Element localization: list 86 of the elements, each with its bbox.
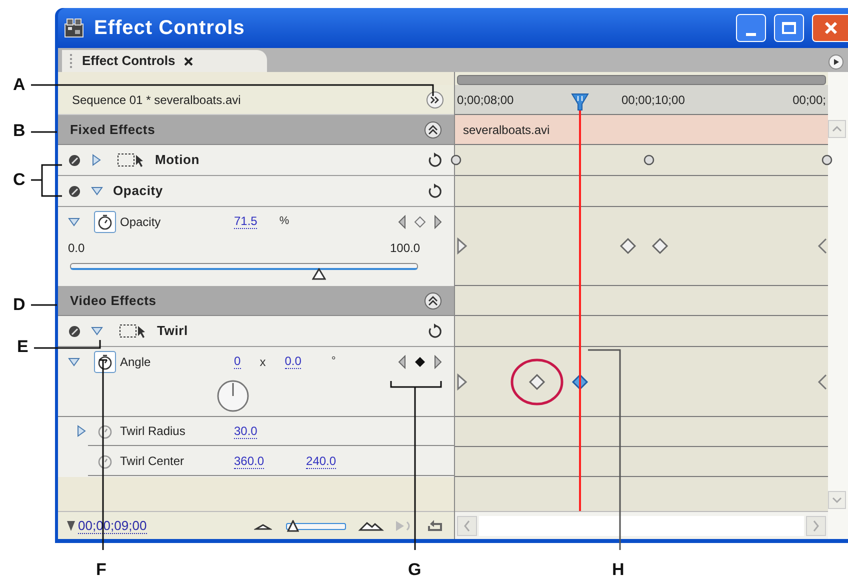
parameter-name: Twirl Center: [119, 453, 186, 470]
section-header[interactable]: Video Effects: [58, 286, 454, 316]
playhead-handle[interactable]: [570, 92, 590, 112]
keyframe-dot-icon[interactable]: [450, 154, 462, 166]
keyframe-toggle-icon[interactable]: [414, 216, 426, 228]
keyframe-icon[interactable]: [651, 237, 669, 255]
highlight-circle: [510, 358, 564, 406]
window-title: Effect Controls: [94, 16, 245, 41]
value-field[interactable]: 71.5: [234, 214, 258, 229]
leader-line: [31, 131, 57, 133]
keyframe-icon[interactable]: [528, 372, 546, 390]
value-field[interactable]: 240.0: [306, 454, 336, 468]
unit-label: %: [279, 214, 290, 230]
close-icon: [824, 21, 838, 35]
zoom-in-icon[interactable]: [358, 520, 384, 532]
section-title: Video Effects: [70, 292, 158, 310]
stopwatch-toggle-icon[interactable]: [94, 210, 116, 232]
ruler-timecode: 00;00;: [792, 92, 826, 108]
reset-icon[interactable]: [426, 152, 442, 168]
reset-icon[interactable]: [426, 183, 442, 199]
next-keyframe-icon[interactable]: [434, 214, 442, 228]
parameter-name: Twirl Radius: [119, 423, 186, 440]
leader-line: [31, 304, 57, 306]
keyframe-dot-icon[interactable]: [821, 154, 833, 166]
minimize-button[interactable]: [736, 14, 766, 42]
callout-letter: E: [17, 338, 28, 356]
unit-label: °: [331, 354, 336, 370]
close-icon[interactable]: [183, 56, 194, 66]
show-timeline-icon[interactable]: [426, 90, 444, 108]
expand-triangle-icon[interactable]: [91, 326, 103, 336]
effect-name: Twirl: [157, 322, 189, 340]
callout-letter: D: [13, 296, 26, 314]
collapse-triangle-icon[interactable]: [91, 154, 101, 166]
keyframe-dot-icon[interactable]: [643, 154, 655, 166]
callout-letter: G: [408, 561, 422, 579]
ruler-timecode: 00;00;10;00: [621, 92, 685, 108]
expand-triangle-icon[interactable]: [68, 356, 80, 366]
callout-letter: B: [13, 122, 26, 140]
ruler-timecode: 0;00;08;00: [457, 92, 514, 108]
film-icon: [64, 18, 86, 38]
parameter-name: Opacity: [119, 214, 162, 230]
parameter-name: Angle: [119, 354, 152, 370]
loop-icon[interactable]: [426, 518, 444, 534]
value-field[interactable]: 0.0: [284, 354, 302, 369]
slider-thumb[interactable]: [312, 268, 326, 280]
close-button[interactable]: [812, 14, 848, 42]
expand-triangle-icon[interactable]: [68, 216, 80, 226]
callout-letter: F: [96, 561, 106, 579]
slider-min-label: 0.0: [68, 240, 85, 257]
effect-name: Motion: [155, 151, 201, 170]
slider-max-label: 100.0: [390, 240, 420, 257]
value-field[interactable]: 0: [234, 354, 241, 369]
leader-line: [30, 164, 63, 197]
next-keyframe-icon[interactable]: [434, 354, 442, 368]
panel-menu-icon[interactable]: [828, 54, 844, 70]
callout-letter: A: [13, 76, 26, 94]
panel-tab[interactable]: Effect Controls: [62, 50, 267, 72]
source-clip-label: Sequence 01 * severalboats.avi: [72, 92, 242, 108]
effect-toggle-icon[interactable]: [68, 154, 81, 166]
stopwatch-toggle-icon[interactable]: [94, 350, 116, 372]
opacity-slider[interactable]: [70, 261, 418, 281]
keyframe-icon[interactable]: [619, 237, 637, 255]
previous-keyframe-icon[interactable]: [398, 354, 406, 368]
collapse-triangle-icon[interactable]: [76, 425, 86, 437]
value-field[interactable]: 30.0: [234, 424, 258, 438]
leader-line: [34, 340, 101, 349]
previous-keyframe-icon[interactable]: [398, 214, 406, 228]
expand-triangle-icon[interactable]: [91, 186, 103, 196]
maximize-button[interactable]: [774, 14, 804, 42]
time-ruler[interactable]: 0;00;08;00 00;00;10;00 00;00;: [455, 85, 828, 115]
section-title: Fixed Effects: [70, 120, 156, 139]
collapse-section-icon[interactable]: [424, 292, 442, 310]
reset-icon[interactable]: [426, 323, 442, 339]
zoom-slider-thumb[interactable]: [287, 520, 300, 532]
value-field[interactable]: 360.0: [234, 454, 264, 468]
collapse-section-icon[interactable]: [424, 120, 442, 138]
multiplier-sign: x: [258, 354, 267, 370]
keyframe-toggle-icon[interactable]: [414, 356, 426, 368]
clip-name: severalboats.avi: [463, 122, 550, 138]
callout-letter: H: [612, 561, 624, 579]
effect-name: Opacity: [113, 182, 164, 200]
timecode-marker-icon: [66, 520, 76, 532]
section-header[interactable]: Fixed Effects: [58, 115, 454, 145]
effect-toggle-icon[interactable]: [68, 184, 81, 198]
effect-toggle-icon[interactable]: [68, 324, 81, 338]
callout-letter: C: [13, 171, 26, 189]
